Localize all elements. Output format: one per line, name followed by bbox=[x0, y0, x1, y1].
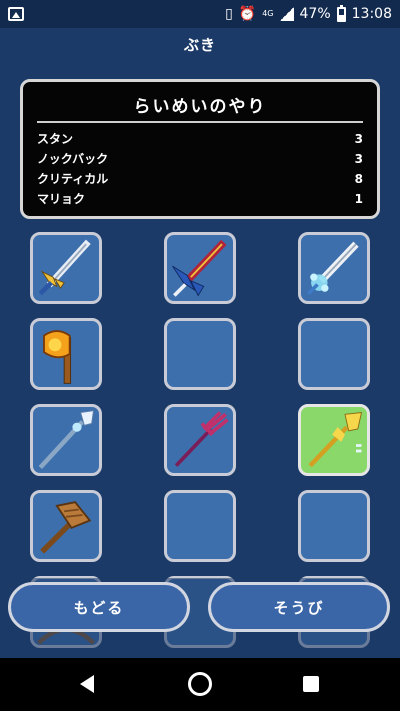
ice-spear-icon bbox=[38, 410, 95, 470]
back-button[interactable]: もどる bbox=[8, 582, 190, 632]
stat-value: 3 bbox=[354, 132, 363, 146]
nav-recents-icon[interactable] bbox=[303, 676, 319, 692]
stat-value: 8 bbox=[354, 172, 363, 186]
stat-label: クリティカル bbox=[37, 172, 109, 186]
winged-sword-icon bbox=[38, 239, 91, 296]
weapon-name: らいめいのやり bbox=[37, 92, 363, 123]
clock: 13:08 bbox=[351, 6, 392, 22]
page-title: ぶき bbox=[183, 36, 216, 54]
weapon-slot[interactable] bbox=[164, 490, 236, 562]
weapon-slot[interactable] bbox=[164, 232, 236, 304]
weapon-slot-selected[interactable] bbox=[298, 404, 370, 476]
signal-icon bbox=[279, 7, 294, 21]
wooden-hammer-icon bbox=[40, 501, 92, 554]
weapon-slot[interactable] bbox=[164, 404, 236, 476]
stat-label: スタン bbox=[37, 132, 74, 146]
battery-percent: 47% bbox=[299, 6, 331, 22]
stat-value: 1 bbox=[354, 192, 363, 206]
fire-axe-icon bbox=[43, 330, 72, 384]
weapon-slot[interactable] bbox=[30, 232, 102, 304]
ice-sword-icon bbox=[307, 241, 359, 295]
weapon-slot[interactable] bbox=[298, 232, 370, 304]
weapon-slot[interactable] bbox=[30, 490, 102, 562]
alarm-icon: ⏰ bbox=[238, 6, 257, 22]
stat-row: マリョク 1 bbox=[37, 189, 363, 209]
weapon-slot[interactable] bbox=[298, 490, 370, 562]
stat-row: クリティカル 8 bbox=[37, 169, 363, 189]
battery-icon bbox=[336, 4, 346, 22]
stat-value: 3 bbox=[354, 152, 363, 166]
status-bar: ▯ ⏰ 4G 47% 13:08 bbox=[0, 0, 400, 28]
stat-row: ノックバック 3 bbox=[37, 149, 363, 169]
trident-icon bbox=[174, 411, 229, 467]
weapon-info-panel: らいめいのやり スタン 3 ノックバック 3 クリティカル 8 マリョク 1 bbox=[20, 79, 380, 219]
stat-label: ノックバック bbox=[37, 152, 109, 166]
nav-home-icon[interactable] bbox=[188, 672, 212, 696]
weapon-slot[interactable] bbox=[164, 318, 236, 390]
crimson-greatsword-icon bbox=[172, 239, 227, 297]
weapon-slot[interactable] bbox=[298, 318, 370, 390]
stat-row: スタン 3 bbox=[37, 129, 363, 149]
stat-label: マリョク bbox=[37, 192, 86, 206]
network-type: 4G bbox=[262, 9, 274, 18]
vibrate-icon: ▯ bbox=[225, 6, 233, 22]
equip-button[interactable]: そうび bbox=[208, 582, 390, 632]
thunder-spear-icon bbox=[308, 411, 363, 468]
weapon-slot[interactable] bbox=[30, 404, 102, 476]
navigation-bar bbox=[0, 658, 400, 711]
weapon-slot[interactable] bbox=[30, 318, 102, 390]
nav-back-icon[interactable] bbox=[80, 675, 94, 693]
image-icon bbox=[8, 7, 24, 21]
